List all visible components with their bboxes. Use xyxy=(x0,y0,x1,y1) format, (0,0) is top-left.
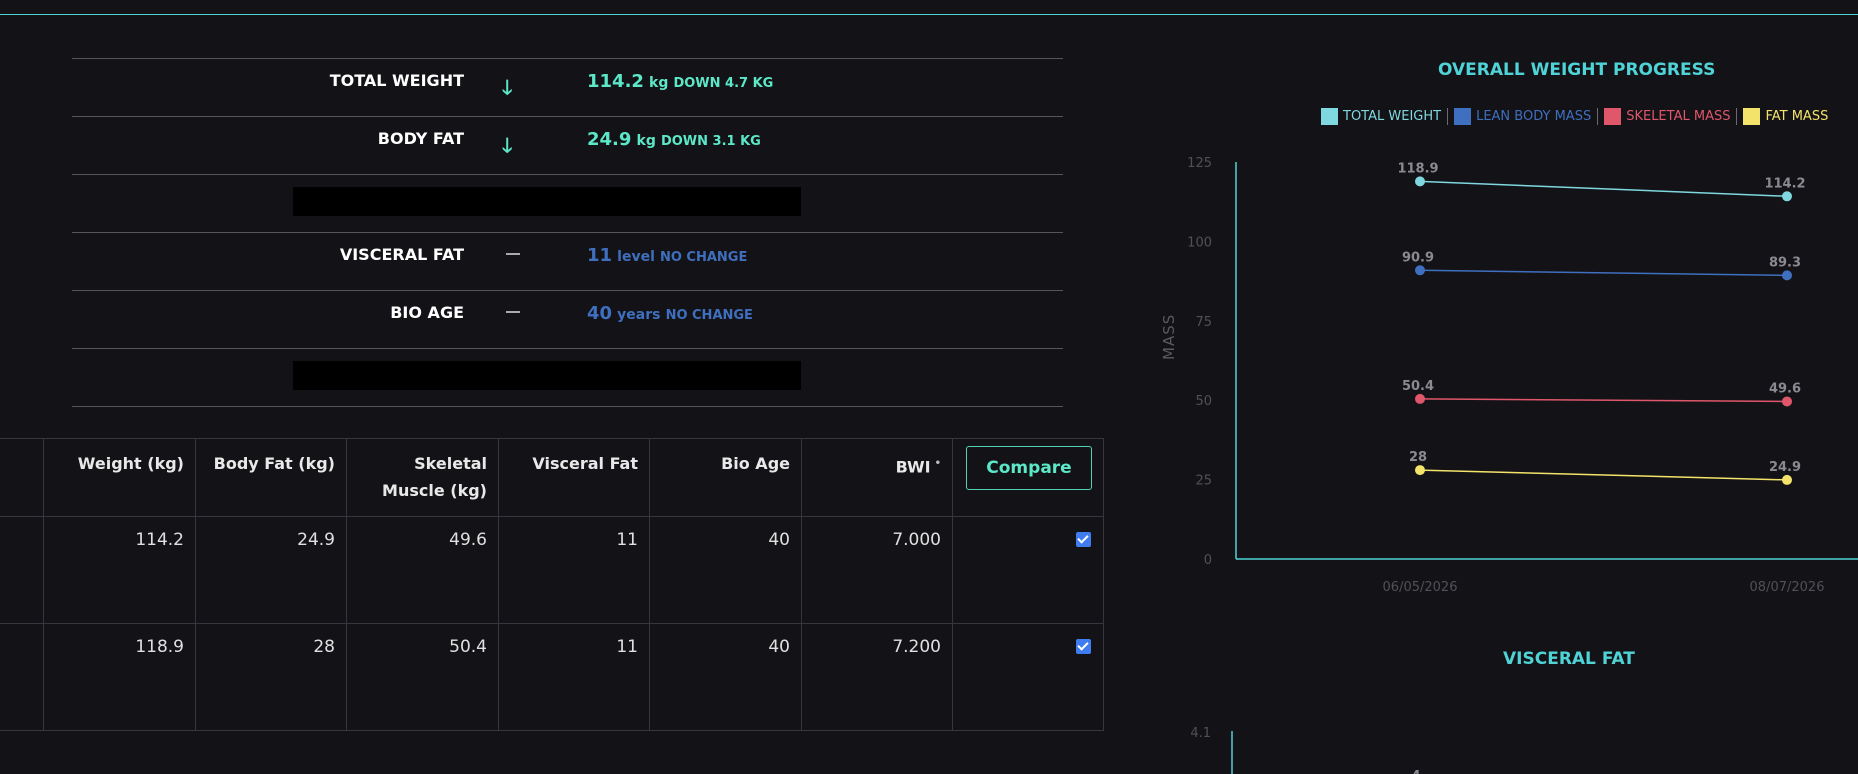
data-point[interactable] xyxy=(1415,393,1425,404)
summary-label: BIO AGE xyxy=(390,303,464,322)
y-tick-label: 100 xyxy=(1187,235,1212,250)
legend-item-total-weight[interactable]: TOTAL WEIGHT xyxy=(1321,107,1447,125)
summary-row-visceral-fat: VISCERAL FAT 11 level NO CHANGE xyxy=(72,232,1063,290)
redacted-block xyxy=(293,361,801,390)
series-line xyxy=(1419,269,1788,277)
series-line xyxy=(1419,398,1788,403)
legend-item-fat-mass[interactable]: FAT MASS xyxy=(1736,107,1834,125)
table-header-row: Weight (kg) Body Fat (kg) Skeletal Muscl… xyxy=(0,438,1104,517)
data-point[interactable] xyxy=(1782,474,1792,485)
summary-value: 11 level NO CHANGE xyxy=(587,245,748,266)
table-cell: 114.2 xyxy=(43,516,196,624)
y-tick-label: 4.1 xyxy=(1190,726,1211,741)
data-point[interactable] xyxy=(1415,465,1425,476)
header-weight: Weight (kg) xyxy=(43,438,196,517)
table-cell xyxy=(952,516,1104,624)
data-label: 4 xyxy=(1411,769,1420,774)
y-tick-label: 0 xyxy=(1204,553,1212,568)
table-header-cell xyxy=(0,438,44,517)
y-tick-label: 75 xyxy=(1195,315,1212,330)
data-label: 24.9 xyxy=(1769,460,1801,475)
dash-icon xyxy=(506,253,520,255)
summary-label: VISCERAL FAT xyxy=(339,245,464,264)
table-cell: 7.200 xyxy=(801,623,953,731)
data-label: 49.6 xyxy=(1769,381,1801,396)
y-tick-label: 50 xyxy=(1195,394,1212,409)
x-tick-label: 08/07/2026 xyxy=(1750,580,1825,595)
measurements-table: Weight (kg) Body Fat (kg) Skeletal Muscl… xyxy=(0,438,1104,731)
table-cell: 118.9 xyxy=(43,623,196,731)
x-tick-label: 06/05/2026 xyxy=(1383,580,1458,595)
summary-value: 40 years NO CHANGE xyxy=(587,303,753,324)
summary-value: 114.2 kg DOWN 4.7 KG xyxy=(587,71,774,92)
table-row: 118.9 28 50.4 11 40 7.200 xyxy=(0,623,1104,731)
data-label: 114.2 xyxy=(1764,176,1805,191)
weight-chart-title: OVERALL WEIGHT PROGRESS xyxy=(1438,60,1716,80)
table-cell: 28 xyxy=(195,623,347,731)
compare-button[interactable]: Compare xyxy=(966,446,1092,490)
redacted-block xyxy=(293,187,801,216)
summary-row-bio-age: BIO AGE 40 years NO CHANGE xyxy=(72,290,1063,348)
table-cell: 7.000 xyxy=(801,516,953,624)
summary-value: 24.9 kg DOWN 3.1 KG xyxy=(587,129,761,150)
legend-item-skeletal-mass[interactable]: SKELETAL MASS xyxy=(1597,107,1736,125)
table-cell: 11 xyxy=(498,623,650,731)
table-cell xyxy=(952,623,1104,731)
arrow-down-icon: 🡓 xyxy=(502,133,513,157)
data-label: 118.9 xyxy=(1397,161,1438,176)
weight-chart-legend: TOTAL WEIGHT LEAN BODY MASS SKELETAL MAS… xyxy=(1321,106,1834,126)
dash-icon xyxy=(506,311,520,313)
table-cell: 40 xyxy=(649,623,802,731)
y-tick-label: 125 xyxy=(1187,156,1212,171)
table-cell: 50.4 xyxy=(346,623,499,731)
weight-chart-y-axis-label: MASS xyxy=(1160,313,1178,360)
data-point[interactable] xyxy=(1415,176,1425,187)
summary-panel: TOTAL WEIGHT 🡓 114.2 kg DOWN 4.7 KG BODY… xyxy=(72,58,1063,407)
data-point[interactable] xyxy=(1782,191,1792,202)
table-cell xyxy=(0,516,44,624)
data-label: 50.4 xyxy=(1402,379,1434,394)
summary-row-redacted xyxy=(72,348,1063,407)
bwi-marker: • xyxy=(934,458,941,469)
header-body-fat: Body Fat (kg) xyxy=(195,438,347,517)
header-bwi: BWI • xyxy=(801,438,953,517)
table-cell xyxy=(0,623,44,731)
series-line xyxy=(1419,180,1788,198)
legend-item-lean-body-mass[interactable]: LEAN BODY MASS xyxy=(1447,107,1597,125)
summary-row-total-weight: TOTAL WEIGHT 🡓 114.2 kg DOWN 4.7 KG xyxy=(72,58,1063,116)
header-skeletal-muscle: Skeletal Muscle (kg) xyxy=(346,438,499,517)
data-point[interactable] xyxy=(1782,270,1792,281)
summary-row-redacted xyxy=(72,174,1063,232)
data-point[interactable] xyxy=(1782,396,1792,407)
header-visceral-fat: Visceral Fat xyxy=(498,438,650,517)
table-cell: 40 xyxy=(649,516,802,624)
y-tick-label: 25 xyxy=(1195,474,1212,489)
table-row: 114.2 24.9 49.6 11 40 7.000 xyxy=(0,516,1104,624)
compare-checkbox[interactable] xyxy=(1076,639,1091,654)
table-cell: 11 xyxy=(498,516,650,624)
data-label: 90.9 xyxy=(1402,250,1434,265)
table-cell: 49.6 xyxy=(346,516,499,624)
data-point[interactable] xyxy=(1415,265,1425,276)
series-line xyxy=(1419,469,1788,481)
visceral-chart-title: VISCERAL FAT xyxy=(1503,649,1635,669)
summary-label: BODY FAT xyxy=(377,129,464,148)
summary-label: TOTAL WEIGHT xyxy=(329,71,464,90)
header-compare: Compare xyxy=(952,438,1104,517)
top-divider xyxy=(0,14,1858,15)
data-label: 28 xyxy=(1409,450,1427,465)
header-bio-age: Bio Age xyxy=(649,438,802,517)
table-cell: 24.9 xyxy=(195,516,347,624)
arrow-down-icon: 🡓 xyxy=(502,75,513,99)
data-label: 89.3 xyxy=(1769,255,1801,270)
compare-checkbox[interactable] xyxy=(1076,532,1091,547)
summary-row-body-fat: BODY FAT 🡓 24.9 kg DOWN 3.1 KG xyxy=(72,116,1063,174)
